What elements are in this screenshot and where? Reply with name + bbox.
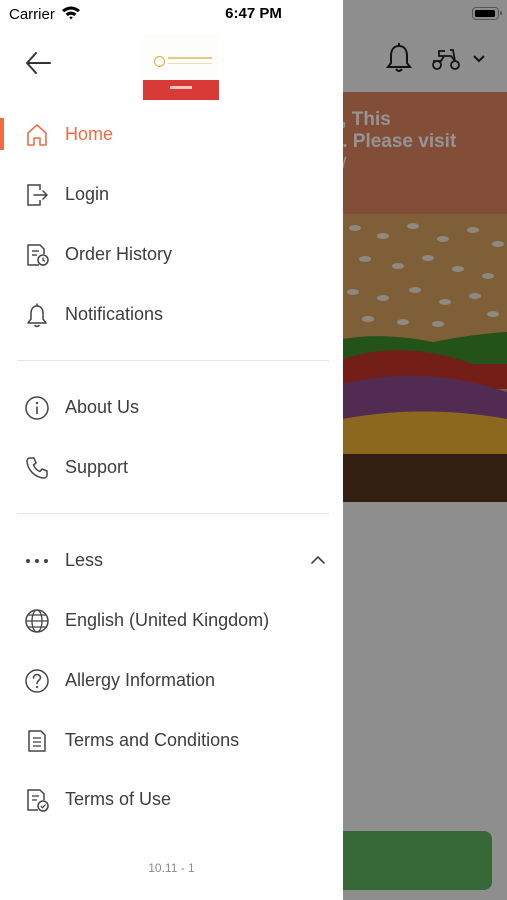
menu-item-label: About Us <box>65 397 140 417</box>
more-dots-icon <box>23 547 51 575</box>
menu-item-home[interactable]: Home <box>0 106 343 162</box>
menu-item-terms-and-conditions[interactable]: Terms and Conditions <box>0 712 343 768</box>
menu-item-label: Notifications <box>65 304 164 324</box>
chevron-up-icon[interactable] <box>309 554 327 566</box>
menu-item-label: Order History <box>65 244 173 264</box>
menu-item-support[interactable]: Support <box>0 439 343 495</box>
menu-item-order-history[interactable]: Order History <box>0 226 343 282</box>
phone-icon <box>23 454 51 482</box>
battery-icon <box>472 7 502 20</box>
menu-item-terms-of-use[interactable]: Terms of Use <box>0 771 343 827</box>
menu-item-label: Login <box>65 184 110 204</box>
menu-item-less[interactable]: Less <box>0 532 343 588</box>
app-version: 10.11 - 1 <box>148 861 195 875</box>
menu-item-login[interactable]: Login <box>0 166 343 222</box>
globe-icon <box>23 607 51 635</box>
document-icon <box>23 727 51 755</box>
restaurant-logo <box>143 34 219 100</box>
menu-divider <box>17 360 329 361</box>
home-icon <box>23 121 51 149</box>
order-history-icon <box>23 241 51 269</box>
menu-item-label: Allergy Information <box>65 670 216 690</box>
info-icon <box>23 394 51 422</box>
bell-icon <box>23 301 51 329</box>
menu-item-about-us[interactable]: About Us <box>0 379 343 435</box>
status-bar: Carrier 6:47 PM <box>0 0 507 30</box>
document-check-icon <box>23 786 51 814</box>
menu-item-label: Support <box>65 457 129 477</box>
status-time: 6:47 PM <box>225 5 282 22</box>
menu-item-label: Less <box>65 550 104 570</box>
menu-item-label: Home <box>65 124 114 144</box>
question-icon <box>23 667 51 695</box>
menu-item-language[interactable]: English (United Kingdom) <box>0 592 343 648</box>
menu-item-label: Terms of Use <box>65 789 172 809</box>
menu-item-allergy-information[interactable]: Allergy Information <box>0 652 343 708</box>
menu-item-label: English (United Kingdom) <box>65 610 270 630</box>
menu-item-label: Terms and Conditions <box>65 730 240 750</box>
menu-divider <box>17 513 329 514</box>
navigation-drawer: Home Login Order History Notifications A… <box>0 0 343 900</box>
back-arrow-icon[interactable] <box>22 48 54 78</box>
menu-item-notifications[interactable]: Notifications <box>0 286 343 342</box>
login-icon <box>23 181 51 209</box>
